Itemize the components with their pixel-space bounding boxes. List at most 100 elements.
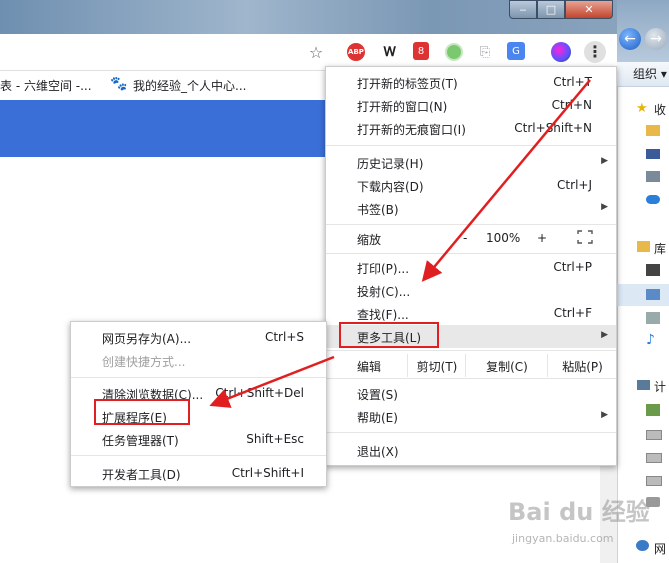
copy-extension-icon[interactable]: ⎘ — [475, 42, 495, 62]
desktop-icon — [646, 149, 660, 159]
baidu-watermark-url: jingyan.baidu.com — [512, 532, 614, 545]
maximize-button[interactable]: □ — [537, 0, 565, 19]
back-arrow-icon[interactable]: ← — [619, 28, 641, 50]
forward-arrow-icon[interactable]: → — [645, 28, 667, 50]
submenu-item-task-manager[interactable]: 任务管理器(T) Shift+Esc — [71, 428, 326, 451]
submenu-item-shortcut: Ctrl+Shift+Del — [215, 386, 304, 400]
menu-item-label: 退出(X) — [357, 445, 399, 459]
network-label[interactable]: 网 — [654, 540, 666, 557]
library-folder-icon — [637, 241, 650, 252]
menu-item-new-window[interactable]: 打开新的窗口(N) Ctrl+N — [326, 94, 616, 117]
menu-separator — [326, 432, 616, 433]
video-icon — [646, 264, 660, 276]
submenu-item-label: 任务管理器(T) — [102, 434, 179, 448]
menu-item-shortcut: Ctrl+N — [551, 98, 592, 112]
menu-item-label: 书签(B) — [357, 203, 399, 217]
network-icon — [636, 540, 649, 551]
menu-separator — [71, 377, 326, 378]
selected-item[interactable] — [617, 284, 669, 306]
page-header-banner — [0, 100, 340, 157]
profile-avatar[interactable] — [551, 42, 571, 62]
cut-button[interactable]: 剪切(T) — [407, 354, 466, 377]
picture-icon — [646, 289, 660, 300]
window-controls: ‒ □ ✕ — [509, 0, 613, 19]
submenu-item-label: 网页另存为(A)... — [102, 332, 192, 346]
menu-item-edit: 编辑 剪切(T) 复制(C) 粘贴(P) — [326, 354, 616, 377]
paste-label: 粘贴(P) — [562, 360, 603, 374]
submenu-item-label: 开发者工具(D) — [102, 468, 181, 482]
drive-icon — [646, 404, 660, 416]
submenu-item-label: 创建快捷方式... — [102, 355, 186, 369]
menu-separator — [326, 224, 616, 225]
menu-item-shortcut: Ctrl+T — [553, 75, 592, 89]
copy-button[interactable]: 复制(C) — [465, 354, 548, 377]
menu-separator — [326, 378, 616, 379]
menu-separator — [71, 455, 326, 456]
green-circle-extension-icon[interactable] — [444, 42, 464, 62]
submenu-item-shortcut: Ctrl+Shift+I — [231, 466, 304, 480]
menu-item-print[interactable]: 打印(P)... Ctrl+P — [326, 256, 616, 279]
translate-extension-icon[interactable]: G — [507, 42, 525, 60]
zoom-label: 缩放 — [357, 233, 382, 247]
menu-item-bookmarks[interactable]: 书签(B) ▶ — [326, 197, 616, 220]
recent-icon — [646, 171, 660, 182]
close-button[interactable]: ✕ — [565, 0, 613, 19]
menu-item-zoom: 缩放 - 100% + — [326, 227, 616, 250]
menu-item-label: 帮助(E) — [357, 411, 398, 425]
zoom-in-button[interactable]: + — [537, 231, 547, 245]
menu-item-new-tab[interactable]: 打开新的标签页(T) Ctrl+T — [326, 71, 616, 94]
music-icon: ♪ — [646, 332, 655, 348]
chrome-main-menu: 打开新的标签页(T) Ctrl+T 打开新的窗口(N) Ctrl+N 打开新的无… — [325, 66, 617, 466]
submenu-arrow-icon: ▶ — [601, 202, 608, 212]
menu-item-label: 设置(S) — [357, 388, 398, 402]
baidu-watermark: Bai du 经验 — [508, 498, 650, 526]
organize-button[interactable]: 组织 ▾ — [633, 65, 667, 82]
red-extension-icon[interactable]: 8 — [413, 42, 429, 60]
baidu-paw-icon: 🐾 — [110, 76, 128, 92]
menu-item-shortcut: Ctrl+F — [553, 306, 592, 320]
menu-item-history[interactable]: 历史记录(H) ▶ — [326, 151, 616, 174]
submenu-item-save-page[interactable]: 网页另存为(A)... Ctrl+S — [71, 326, 326, 349]
menu-item-downloads[interactable]: 下载内容(D) Ctrl+J — [326, 174, 616, 197]
highlight-box-extensions — [94, 399, 190, 425]
bookmark-item[interactable]: 表 - 六维空间 -... — [0, 77, 92, 94]
submenu-item-dev-tools[interactable]: 开发者工具(D) Ctrl+Shift+I — [71, 462, 326, 485]
submenu-arrow-icon: ▶ — [601, 330, 608, 340]
menu-item-incognito[interactable]: 打开新的无痕窗口(I) Ctrl+Shift+N — [326, 117, 616, 140]
menu-item-label: 打印(P)... — [357, 262, 410, 276]
copy-label: 复制(C) — [486, 360, 528, 374]
cut-label: 剪切(T) — [416, 360, 458, 374]
adblock-plus-icon[interactable]: ABP — [347, 43, 365, 61]
menu-item-label: 投射(C)... — [357, 285, 411, 299]
submenu-arrow-icon: ▶ — [601, 156, 608, 166]
cloud-icon — [646, 195, 660, 204]
menu-item-help[interactable]: 帮助(E) ▶ — [326, 405, 616, 428]
bookmark-star-icon[interactable]: ☆ — [306, 42, 326, 62]
shield-extension-icon[interactable]: Ꮃ — [380, 42, 400, 62]
minimize-button[interactable]: ‒ — [509, 0, 537, 19]
menu-item-shortcut: Ctrl+Shift+N — [514, 121, 592, 135]
menu-item-cast[interactable]: 投射(C)... — [326, 279, 616, 302]
library-label[interactable]: 库 — [654, 240, 666, 257]
menu-item-shortcut: Ctrl+P — [553, 260, 592, 274]
menu-item-label: 历史记录(H) — [357, 157, 424, 171]
chrome-menu-button[interactable]: ⋮ — [584, 41, 606, 63]
submenu-item-create-shortcut: 创建快捷方式... — [71, 349, 326, 372]
star-icon: ★ — [636, 101, 648, 116]
menu-item-settings[interactable]: 设置(S) — [326, 382, 616, 405]
fullscreen-icon[interactable] — [577, 230, 593, 244]
drive-icon — [646, 430, 662, 440]
menu-separator — [326, 350, 616, 351]
paste-button[interactable]: 粘贴(P) — [547, 354, 617, 377]
menu-item-exit[interactable]: 退出(X) — [326, 439, 616, 462]
favorites-label[interactable]: 收 — [654, 101, 666, 118]
highlight-box-more-tools — [339, 322, 439, 348]
document-icon — [646, 312, 660, 324]
bookmark-item[interactable]: 我的经验_个人中心... — [133, 77, 246, 94]
folder-icon — [646, 125, 660, 136]
menu-separator — [326, 145, 616, 146]
zoom-out-button[interactable]: - — [463, 231, 467, 245]
drive-icon — [646, 453, 662, 463]
computer-label[interactable]: 计 — [654, 378, 666, 395]
menu-item-label: 打开新的标签页(T) — [357, 77, 458, 91]
